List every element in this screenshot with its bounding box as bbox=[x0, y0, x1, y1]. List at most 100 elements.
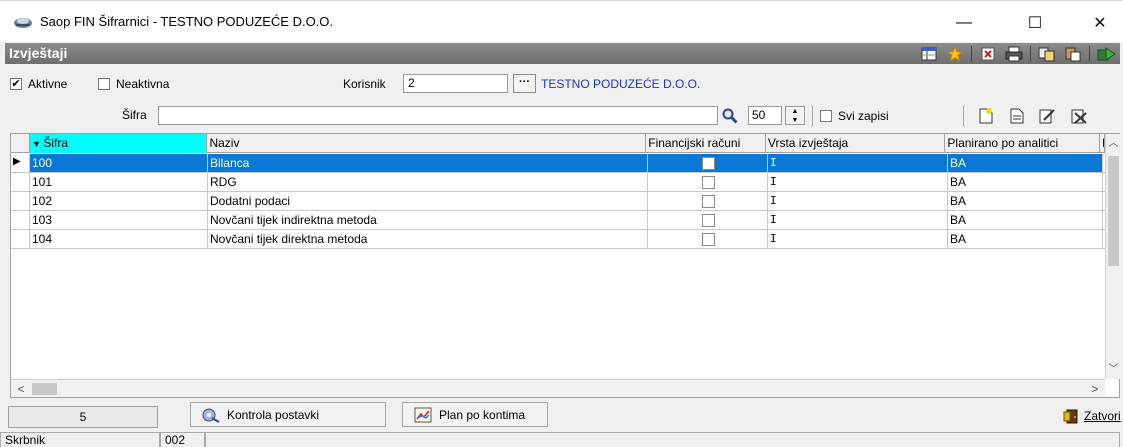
horizontal-scroll-thumb[interactable] bbox=[32, 383, 57, 395]
vertical-scrollbar[interactable]: ︿ ﹀ bbox=[1105, 134, 1120, 379]
plan-po-kontima-button[interactable]: Plan po kontima bbox=[402, 402, 548, 427]
zatvori-button[interactable]: Zatvori bbox=[1062, 406, 1121, 426]
cell-plan: BA bbox=[948, 230, 1103, 248]
export-icon[interactable] bbox=[978, 45, 998, 63]
spin-down-icon[interactable]: ▼ bbox=[786, 116, 804, 125]
scroll-down-icon[interactable]: ﹀ bbox=[1106, 362, 1121, 377]
window-title: Saop FIN Šifrarnici - TESTNO PODUZEĆE D.… bbox=[40, 14, 334, 29]
cell-financijski-racuni bbox=[648, 154, 768, 172]
row-indicator bbox=[11, 211, 30, 229]
sifra-search-input[interactable] bbox=[158, 106, 718, 125]
edit-record-icon[interactable] bbox=[1006, 106, 1028, 126]
table-row[interactable]: 101 RDG I BA bbox=[11, 173, 1105, 192]
scroll-up-icon[interactable]: ︿ bbox=[1106, 136, 1121, 151]
modify-record-icon[interactable] bbox=[1036, 106, 1058, 126]
cell-financijski-racuni bbox=[648, 211, 768, 229]
status-message bbox=[205, 432, 1120, 447]
scroll-right-icon[interactable]: > bbox=[1087, 381, 1103, 397]
cell-sifra: 104 bbox=[30, 230, 208, 248]
settings-check-icon bbox=[202, 408, 220, 423]
record-limit-input[interactable]: 50 bbox=[748, 106, 782, 125]
sort-descending-icon: ▼ bbox=[31, 139, 44, 149]
cell-sifra: 103 bbox=[30, 211, 208, 229]
cell-financijski-racuni bbox=[648, 230, 768, 248]
cell-plan: BA bbox=[948, 211, 1103, 229]
paste-icon[interactable] bbox=[1063, 45, 1083, 63]
title-bar: Saop FIN Šifrarnici - TESTNO PODUZEĆE D.… bbox=[0, 0, 1123, 42]
grid-body: ▶ 100 Bilanca I BA 101 RDG I BA 102 Doda… bbox=[11, 154, 1105, 249]
aktivne-checkbox[interactable]: ✔ bbox=[10, 78, 22, 90]
neaktivna-checkbox[interactable] bbox=[98, 78, 110, 90]
korisnik-input[interactable]: 2 bbox=[403, 74, 508, 93]
cell-plan: BA bbox=[948, 173, 1103, 191]
table-row[interactable]: ▶ 100 Bilanca I BA bbox=[11, 154, 1105, 173]
close-door-icon bbox=[1063, 409, 1078, 424]
column-header-planirano-po-analitici[interactable]: Planirano po analitici bbox=[945, 134, 1100, 153]
favorite-star-icon[interactable] bbox=[945, 45, 965, 63]
exit-icon[interactable] bbox=[1096, 45, 1116, 63]
horizontal-scrollbar[interactable]: < > bbox=[11, 379, 1105, 397]
status-code: 002 bbox=[160, 432, 205, 447]
cell-naziv: Novčani tijek indirektna metoda bbox=[208, 211, 648, 229]
app-logo-icon bbox=[14, 18, 32, 28]
table-row[interactable]: 103 Novčani tijek indirektna metoda I BA bbox=[11, 211, 1105, 230]
search-icon[interactable] bbox=[720, 106, 740, 125]
cell-naziv: RDG bbox=[208, 173, 648, 191]
financijski-racuni-checkbox[interactable] bbox=[702, 157, 715, 170]
new-record-icon[interactable] bbox=[975, 106, 997, 126]
table-row[interactable]: 104 Novčani tijek direktna metoda I BA bbox=[11, 230, 1105, 249]
company-name-link[interactable]: TESTNO PODUZEĆE D.O.O. bbox=[541, 77, 700, 91]
print-icon[interactable] bbox=[1004, 45, 1024, 63]
cell-sifra: 101 bbox=[30, 173, 208, 191]
cell-vrsta: I bbox=[768, 154, 948, 172]
column-header-financijski-racuni[interactable]: Financijski računi bbox=[646, 134, 766, 153]
reports-grid: ▼ Šifra Naziv Financijski računi Vrsta i… bbox=[10, 133, 1120, 398]
row-indicator-header bbox=[11, 134, 30, 153]
delete-record-icon[interactable] bbox=[1068, 106, 1090, 126]
cell-financijski-racuni bbox=[648, 192, 768, 210]
cell-vrsta: I bbox=[768, 192, 948, 210]
column-header-naziv[interactable]: Naziv bbox=[207, 134, 647, 153]
zatvori-label: Zatvori bbox=[1084, 409, 1121, 423]
toolbar-divider bbox=[1030, 45, 1031, 62]
financijski-racuni-checkbox[interactable] bbox=[702, 176, 715, 189]
header-toolbar bbox=[913, 44, 1116, 63]
aktivne-label: Aktivne bbox=[28, 77, 68, 91]
sifra-label: Šifra bbox=[122, 108, 147, 122]
record-count: 5 bbox=[8, 406, 158, 428]
record-limit-spinner[interactable]: ▲ ▼ bbox=[785, 106, 805, 125]
kontrola-postavki-button[interactable]: Kontrola postavki bbox=[190, 402, 386, 427]
svi-zapisi-checkbox[interactable] bbox=[820, 110, 832, 122]
module-title: Izvještaji bbox=[9, 45, 68, 61]
cell-sifra: 100 bbox=[30, 154, 208, 172]
kontrola-postavki-label: Kontrola postavki bbox=[227, 407, 320, 422]
minimize-button[interactable]: — bbox=[944, 9, 984, 37]
copy-icon[interactable] bbox=[1037, 45, 1057, 63]
scroll-left-icon[interactable]: < bbox=[13, 381, 29, 397]
cell-vrsta: I bbox=[768, 230, 948, 248]
close-window-button[interactable]: ✕ bbox=[1080, 9, 1120, 37]
neaktivna-label: Neaktivna bbox=[116, 77, 170, 91]
columns-icon[interactable] bbox=[919, 45, 939, 63]
cell-vrsta: I bbox=[768, 173, 948, 191]
filter-row: ✔ Aktivne Neaktivna Korisnik 2 ··· TESTN… bbox=[10, 74, 1110, 94]
financijski-racuni-checkbox[interactable] bbox=[702, 214, 715, 227]
column-header-sifra[interactable]: ▼ Šifra bbox=[29, 134, 208, 153]
cell-plan: BA bbox=[948, 192, 1103, 210]
korisnik-browse-button[interactable]: ··· bbox=[513, 74, 536, 93]
status-user: Skrbnik bbox=[0, 432, 160, 447]
chart-document-icon bbox=[414, 407, 432, 422]
cell-plan: BA bbox=[948, 154, 1103, 172]
toolbar-divider bbox=[812, 106, 813, 126]
column-header-vrsta-izvjestaja[interactable]: Vrsta izvještaja bbox=[766, 134, 946, 153]
vertical-scroll-thumb[interactable] bbox=[1108, 156, 1119, 266]
row-indicator bbox=[11, 173, 30, 191]
maximize-button[interactable]: ☐ bbox=[1015, 9, 1055, 37]
financijski-racuni-checkbox[interactable] bbox=[702, 233, 715, 246]
korisnik-label: Korisnik bbox=[343, 77, 386, 91]
spin-up-icon[interactable]: ▲ bbox=[786, 107, 804, 116]
financijski-racuni-checkbox[interactable] bbox=[702, 195, 715, 208]
cell-naziv: Novčani tijek direktna metoda bbox=[208, 230, 648, 248]
table-row[interactable]: 102 Dodatni podaci I BA bbox=[11, 192, 1105, 211]
toolbar-divider bbox=[1089, 45, 1090, 62]
